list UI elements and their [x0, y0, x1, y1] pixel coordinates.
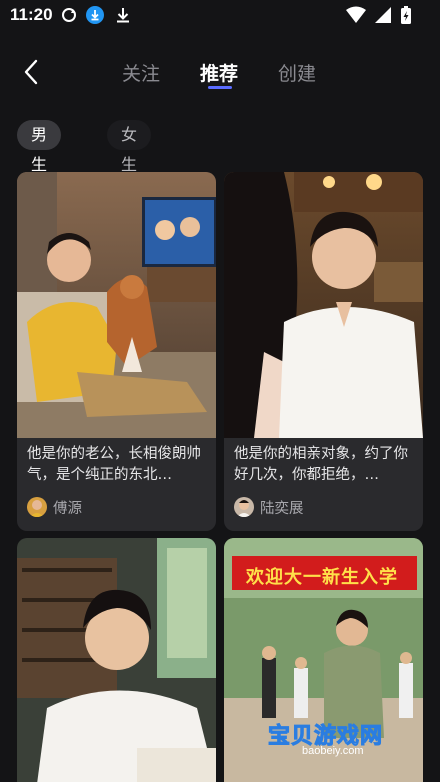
author-name: 傅源	[53, 500, 82, 517]
wifi-icon	[346, 6, 366, 23]
tab-bar: 关注 推荐 创建	[0, 48, 440, 96]
active-tab-indicator	[208, 86, 232, 89]
card-description: 他是你的老公，长相俊朗帅气，是个纯正的东北…	[27, 446, 201, 483]
avatar	[234, 497, 254, 517]
character-card[interactable]: 他是你的相亲对象，约了你好几次，你都拒绝，… 陆奕展	[224, 172, 423, 531]
download-badge-icon	[86, 6, 104, 24]
character-card[interactable]	[17, 538, 216, 782]
filter-female[interactable]: 女生	[107, 120, 152, 174]
card-image	[224, 172, 423, 438]
banner-text: 欢迎大一新生入学	[246, 567, 398, 588]
card-image	[17, 172, 216, 438]
tab-create[interactable]: 创建	[278, 59, 316, 86]
tab-following[interactable]: 关注	[122, 59, 160, 86]
author-name: 陆奕展	[260, 500, 304, 517]
signal-icon	[375, 7, 391, 23]
watermark-url: baobeiy.com	[302, 745, 364, 757]
tab-recommended[interactable]: 推荐	[200, 59, 238, 86]
status-bar: 11:20	[0, 0, 440, 30]
card-description: 他是你的相亲对象，约了你好几次，你都拒绝，…	[234, 446, 408, 483]
card-image	[17, 538, 216, 782]
download-icon	[117, 8, 129, 23]
avatar	[27, 497, 47, 517]
character-card[interactable]: 他是你的老公，长相俊朗帅气，是个纯正的东北… 傅源	[17, 172, 216, 531]
card-author: 傅源	[27, 495, 82, 519]
filter-male[interactable]: 男生	[17, 120, 62, 174]
top-header: 关注 推荐 创建	[0, 48, 440, 96]
status-time: 11:20	[10, 5, 53, 24]
sync-icon	[62, 8, 76, 22]
card-author: 陆奕展	[234, 495, 304, 519]
battery-charging-icon	[401, 6, 411, 24]
